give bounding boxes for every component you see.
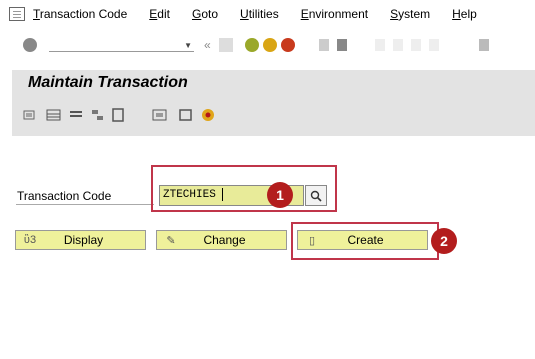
- document-icon[interactable]: [110, 108, 126, 122]
- frame-icon[interactable]: [178, 108, 194, 122]
- display-glasses-icon: ὒ3: [23, 234, 37, 246]
- menu-bar: Transaction Code Edit Goto Utilities Env…: [0, 0, 535, 28]
- menu-utilities[interactable]: Utilities: [240, 7, 279, 21]
- display-object-list-icon[interactable]: [152, 108, 168, 122]
- application-toolbar: [12, 96, 535, 136]
- find-icon[interactable]: [336, 39, 347, 51]
- menu-goto[interactable]: Goto: [192, 7, 218, 21]
- step-badge-2: 2: [431, 228, 457, 254]
- command-field[interactable]: ▼: [49, 39, 194, 52]
- menu-system[interactable]: System: [390, 7, 430, 21]
- table-icon[interactable]: [46, 108, 62, 122]
- enter-icon[interactable]: [23, 38, 37, 52]
- settings-icon[interactable]: [200, 108, 216, 122]
- magnifier-icon: [310, 190, 322, 202]
- system-toolbar: ▼ «: [0, 32, 535, 58]
- dropdown-icon[interactable]: ▼: [184, 41, 192, 50]
- create-document-icon: ▯: [308, 234, 316, 247]
- list-icon[interactable]: [68, 108, 84, 122]
- step-badge-1: 1: [267, 182, 293, 208]
- previous-page-icon[interactable]: [392, 39, 403, 51]
- exit-icon[interactable]: [262, 38, 277, 52]
- search-help-button[interactable]: [305, 185, 327, 206]
- label-underline: [16, 204, 154, 205]
- change-pencil-icon: ✎: [166, 234, 176, 247]
- next-page-icon[interactable]: [410, 39, 421, 51]
- separator-icon: «: [204, 38, 211, 52]
- last-page-icon[interactable]: [428, 39, 439, 51]
- hierarchy-icon[interactable]: [90, 108, 106, 122]
- cancel-icon[interactable]: [280, 38, 295, 52]
- menu-icon[interactable]: [9, 7, 25, 21]
- text-cursor: [221, 187, 223, 201]
- create-button[interactable]: ▯ Create: [297, 230, 428, 250]
- transaction-code-label: Transaction Code: [17, 189, 112, 203]
- menu-transaction-code[interactable]: Transaction Code: [33, 7, 127, 21]
- menu-help[interactable]: Help: [452, 7, 477, 21]
- display-button[interactable]: ὒ3 Display: [15, 230, 146, 250]
- first-page-icon[interactable]: [374, 39, 385, 51]
- print-icon[interactable]: [318, 39, 329, 51]
- menu-environment[interactable]: Environment: [301, 7, 368, 21]
- new-session-icon[interactable]: [478, 39, 489, 51]
- back-icon[interactable]: [244, 38, 259, 52]
- page-title: Maintain Transaction: [12, 70, 535, 96]
- change-button[interactable]: ✎ Change: [156, 230, 287, 250]
- menu-edit[interactable]: Edit: [149, 7, 170, 21]
- save-icon[interactable]: [218, 38, 233, 52]
- other-object-icon[interactable]: [22, 108, 38, 122]
